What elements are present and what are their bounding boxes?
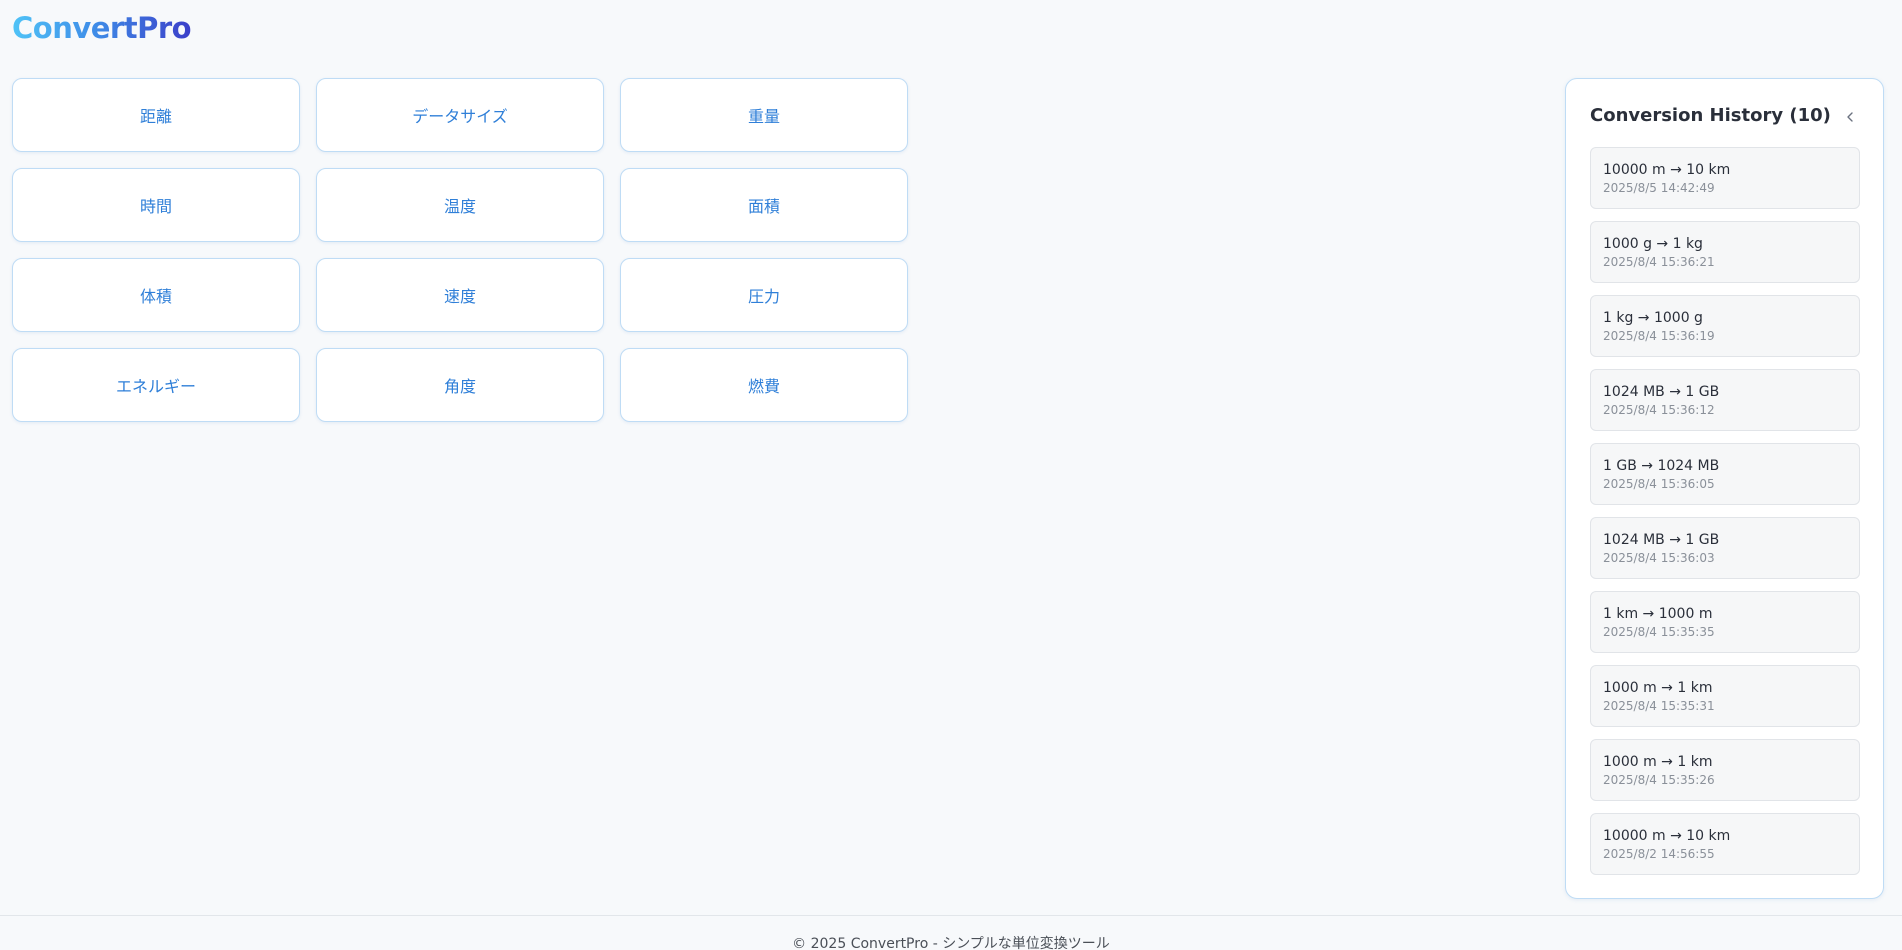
history-timestamp: 2025/8/4 15:36:05 [1603,477,1715,491]
app-logo[interactable]: ConvertPro [12,10,192,46]
category-button-weight[interactable]: 重量 [620,78,908,152]
category-button-area[interactable]: 面積 [620,168,908,242]
history-conversion: 1000 m → 1 km [1603,680,1713,696]
category-button-energy[interactable]: エネルギー [12,348,300,422]
page-footer: © 2025 ConvertPro - シンプルな単位変換ツール [0,915,1902,950]
category-grid: 距離 データサイズ 重量 時間 温度 面積 体積 速度 圧力 エネルギー 角度 … [12,78,908,422]
history-title: Conversion History (10) [1590,105,1831,126]
history-timestamp: 2025/8/4 15:36:19 [1603,329,1715,343]
history-conversion: 1000 g → 1 kg [1603,236,1703,252]
history-conversion: 10000 m → 10 km [1603,162,1731,178]
category-button-angle[interactable]: 角度 [316,348,604,422]
history-item[interactable]: 1000 m → 1 km 2025/8/4 15:35:31 [1590,665,1860,727]
history-timestamp: 2025/8/4 15:36:12 [1603,403,1715,417]
history-conversion: 10000 m → 10 km [1603,828,1731,844]
history-collapse-button[interactable] [1840,105,1860,129]
history-item[interactable]: 1 km → 1000 m 2025/8/4 15:35:35 [1590,591,1860,653]
footer-copyright: © 2025 ConvertPro - シンプルな単位変換ツール [792,936,1110,950]
history-conversion: 1 kg → 1000 g [1603,310,1703,326]
category-button-time[interactable]: 時間 [12,168,300,242]
history-timestamp: 2025/8/4 15:36:21 [1603,255,1715,269]
category-button-speed[interactable]: 速度 [316,258,604,332]
app-root: ConvertPro 距離 データサイズ 重量 時間 温度 面積 体積 速度 圧… [0,0,1902,950]
history-item[interactable]: 1 kg → 1000 g 2025/8/4 15:36:19 [1590,295,1860,357]
history-timestamp: 2025/8/4 15:35:31 [1603,699,1715,713]
history-timestamp: 2025/8/5 14:42:49 [1603,181,1715,195]
category-button-temperature[interactable]: 温度 [316,168,604,242]
history-conversion: 1 GB → 1024 MB [1603,458,1720,474]
category-button-pressure[interactable]: 圧力 [620,258,908,332]
history-conversion: 1024 MB → 1 GB [1603,532,1720,548]
history-item[interactable]: 1000 m → 1 km 2025/8/4 15:35:26 [1590,739,1860,801]
history-timestamp: 2025/8/4 15:35:35 [1603,625,1715,639]
history-panel: Conversion History (10) 10000 m → 10 km … [1565,78,1884,899]
history-timestamp: 2025/8/4 15:35:26 [1603,773,1715,787]
category-button-volume[interactable]: 体積 [12,258,300,332]
history-item[interactable]: 1024 MB → 1 GB 2025/8/4 15:36:03 [1590,517,1860,579]
history-list: 10000 m → 10 km 2025/8/5 14:42:49 1000 g… [1590,147,1860,887]
history-timestamp: 2025/8/2 14:56:55 [1603,847,1715,861]
history-timestamp: 2025/8/4 15:36:03 [1603,551,1715,565]
category-button-data-size[interactable]: データサイズ [316,78,604,152]
history-item[interactable]: 1 GB → 1024 MB 2025/8/4 15:36:05 [1590,443,1860,505]
category-button-distance[interactable]: 距離 [12,78,300,152]
history-item[interactable]: 10000 m → 10 km 2025/8/5 14:42:49 [1590,147,1860,209]
history-item[interactable]: 1000 g → 1 kg 2025/8/4 15:36:21 [1590,221,1860,283]
chevron-left-icon [1845,108,1855,127]
category-button-fuel-economy[interactable]: 燃費 [620,348,908,422]
history-conversion: 1 km → 1000 m [1603,606,1713,622]
history-conversion: 1024 MB → 1 GB [1603,384,1720,400]
history-item[interactable]: 10000 m → 10 km 2025/8/2 14:56:55 [1590,813,1860,875]
history-item[interactable]: 1024 MB → 1 GB 2025/8/4 15:36:12 [1590,369,1860,431]
history-conversion: 1000 m → 1 km [1603,754,1713,770]
